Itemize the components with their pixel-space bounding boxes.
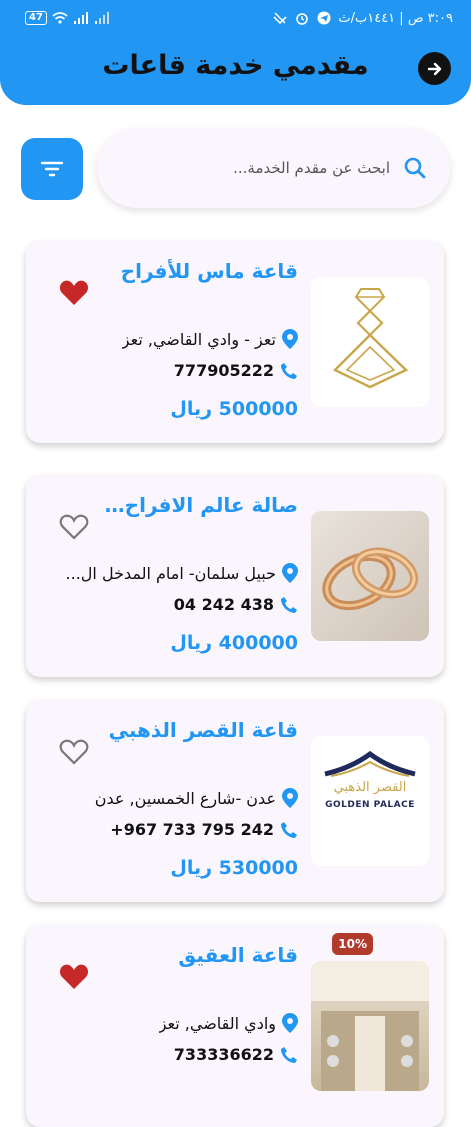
- wifi-off-icon: [273, 12, 287, 25]
- telegram-icon: [317, 11, 331, 25]
- hall-interior-icon: [311, 961, 429, 1091]
- hall-card[interactable]: صالة عالم الافراح ... حبيل سلمان- امام ا…: [26, 475, 444, 677]
- phone-icon: [281, 596, 297, 613]
- heart-filled-icon[interactable]: [59, 963, 89, 991]
- signal-weak-icon: [94, 12, 109, 24]
- hall-location: عدن -شارع الخمسين, عدن: [94, 788, 276, 808]
- filter-icon: [40, 161, 64, 177]
- alarm-icon: [296, 13, 309, 25]
- hall-phone[interactable]: 777905222: [174, 361, 274, 380]
- hall-phone-row[interactable]: 733336622: [174, 1045, 298, 1064]
- status-bar-right: ٣:٠٩ ص | ١٤٤١ب/ث: [272, 11, 453, 26]
- hall-card[interactable]: القصر الذهبي GOLDEN PALACE قاعة القصر ال…: [26, 700, 444, 902]
- hall-price: 500000 ريال: [170, 398, 298, 420]
- arrow-right-icon: [427, 62, 441, 75]
- diamond-logo-icon: [332, 288, 409, 389]
- phone-icon: [281, 821, 297, 838]
- hall-location: تعز - وادي القاضي, تعز: [121, 329, 276, 349]
- logo-text-english: GOLDEN PALACE: [325, 800, 415, 810]
- hall-phone[interactable]: +967 733 795 242: [110, 820, 274, 839]
- hall-price: 530000 ريال: [170, 857, 298, 879]
- wedding-rings-icon: [322, 547, 419, 611]
- back-button[interactable]: [418, 52, 451, 85]
- wifi-icon: [52, 12, 68, 24]
- hall-location-row: عدن -شارع الخمسين, عدن: [95, 788, 298, 808]
- location-pin-icon: [282, 788, 298, 808]
- hall-location-row: تعز - وادي القاضي, تعز: [122, 329, 298, 349]
- hall-phone-row[interactable]: 777905222: [174, 361, 298, 380]
- battery-icon: 47: [25, 11, 47, 25]
- hall-phone-row[interactable]: 04 242 438: [174, 595, 298, 614]
- status-time: ٣:٠٩ ص | ١٤٤١ب/ث: [338, 10, 453, 26]
- location-pin-icon: [282, 1013, 298, 1033]
- location-pin-icon: [282, 329, 298, 349]
- hall-location: وادي القاضي, تعز: [158, 1013, 276, 1033]
- hall-image-golden-palace-logo[interactable]: القصر الذهبي GOLDEN PALACE: [311, 736, 429, 866]
- search-input[interactable]: [170, 159, 390, 177]
- search-bar[interactable]: [97, 128, 450, 208]
- hall-phone[interactable]: 04 242 438: [174, 595, 274, 614]
- heart-outline-icon[interactable]: [59, 738, 89, 766]
- filter-button[interactable]: [21, 138, 83, 200]
- search-icon[interactable]: [402, 155, 428, 181]
- hall-image-diamond-logo[interactable]: [311, 277, 429, 407]
- heart-filled-icon[interactable]: [59, 279, 89, 307]
- hall-location-row: حبيل سلمان- امام المدخل ال...: [66, 563, 298, 583]
- hall-price: 400000 ريال: [170, 632, 298, 654]
- status-bar-left: 47: [25, 11, 110, 25]
- phone-icon: [281, 362, 297, 379]
- hall-image-interior-photo[interactable]: [311, 961, 429, 1091]
- discount-badge: 10%: [332, 933, 373, 955]
- hall-name: قاعة العقيق: [178, 943, 298, 967]
- hall-phone-row[interactable]: +967 733 795 242: [110, 820, 298, 839]
- hall-location-row: وادي القاضي, تعز: [159, 1013, 298, 1033]
- hall-location: حبيل سلمان- امام المدخل ال...: [65, 563, 276, 583]
- status-bar: ٣:٠٩ ص | ١٤٤١ب/ث 47: [25, 8, 453, 28]
- hall-card[interactable]: قاعة ماس للأفراح تعز - وادي القاضي, تعز …: [26, 241, 444, 443]
- location-pin-icon: [282, 563, 298, 583]
- hall-card[interactable]: 10% قاعة العقيق وادي القاضي, تعز 7333366…: [26, 925, 444, 1127]
- phone-icon: [281, 1046, 297, 1063]
- heart-outline-icon[interactable]: [59, 513, 89, 541]
- hall-image-wedding-rings[interactable]: [311, 511, 429, 641]
- hall-name: قاعة القصر الذهبي: [108, 718, 298, 742]
- hall-name: قاعة ماس للأفراح: [120, 259, 298, 283]
- logo-text-arabic: القصر الذهبي: [333, 780, 407, 795]
- hall-phone[interactable]: 733336622: [174, 1045, 274, 1064]
- page-title: مقدمي خدمة قاعات: [102, 50, 369, 81]
- app-header: ٣:٠٩ ص | ١٤٤١ب/ث 47 مقدمي خدمة قاعات: [0, 0, 471, 105]
- signal-icon: [73, 12, 88, 24]
- hall-name: صالة عالم الافراح ...: [98, 493, 298, 517]
